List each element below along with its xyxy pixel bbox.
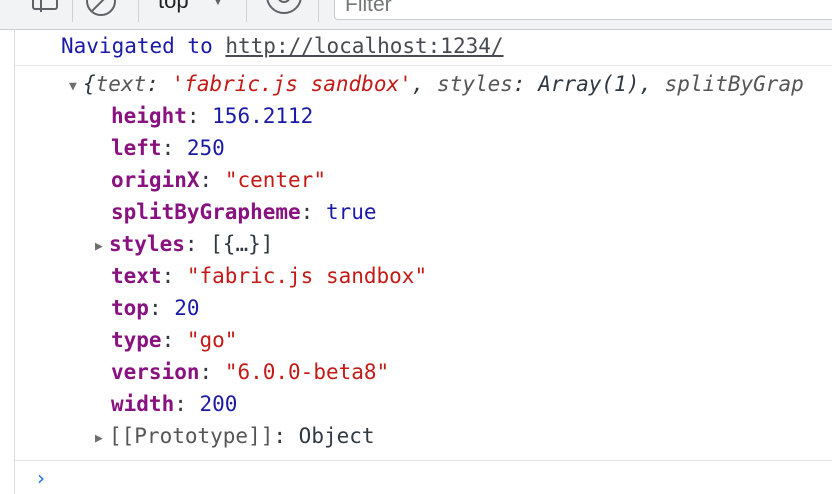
preview-key-styles: styles [437, 72, 513, 96]
property-key: left [111, 136, 162, 160]
property-row: left: 250 [111, 136, 225, 160]
prototype-row[interactable]: ▶ [[Prototype]]: Object [95, 420, 375, 452]
property-row: splitByGrapheme: true [111, 200, 377, 224]
property-row: top: 20 [111, 296, 200, 320]
console-messages: Navigated to http://localhost:1234/ ▼ {te… [14, 29, 832, 494]
toolbar-divider [72, 0, 73, 22]
navigation-url-link[interactable]: http://localhost:1234/ [225, 34, 503, 58]
property-value: "center" [224, 168, 326, 192]
collapsed-arrow-icon[interactable]: ▶ [95, 231, 109, 263]
property-value: "6.0.0-beta8" [224, 360, 390, 384]
property-key: type [111, 328, 162, 352]
property-value: 156.2112 [212, 104, 314, 128]
preview-value-text: 'fabric.js sandbox' [171, 72, 412, 96]
property-value: "fabric.js sandbox" [186, 264, 428, 288]
property-value: true [325, 200, 377, 224]
property-row: height: 156.2112 [111, 104, 314, 128]
property-key: splitByGrapheme [111, 200, 301, 224]
navigation-text: Navigated to http://localhost:1234/ [61, 32, 504, 60]
console-toolbar: top ▼ [0, 0, 832, 30]
property-row-expandable[interactable]: ▶ styles: [{…}] [95, 228, 273, 260]
preview-key-text: text [95, 72, 147, 96]
navigation-message: Navigated to http://localhost:1234/ [15, 29, 832, 66]
object-preview-row[interactable]: ▼ {text: 'fabric.js sandbox', styles: Arr… [69, 68, 804, 100]
property-row: version: "6.0.0-beta8" [111, 360, 390, 384]
filter-input[interactable] [334, 0, 832, 20]
object-preview: {text: 'fabric.js sandbox', styles: Arra… [83, 72, 804, 96]
property-key: styles [109, 232, 185, 256]
property-row: width: 200 [111, 392, 238, 416]
property-key: top [111, 296, 149, 320]
property-value: 200 [199, 392, 238, 416]
toolbar-divider [318, 0, 319, 22]
toolbar-divider [246, 0, 247, 22]
property-value: [{…}] [210, 232, 274, 256]
context-selector[interactable]: top [158, 0, 189, 14]
expanded-arrow-icon[interactable]: ▼ [69, 71, 83, 103]
property-key: width [111, 392, 175, 416]
show-sidebar-icon[interactable] [32, 0, 58, 12]
property-row: text: "fabric.js sandbox" [111, 264, 428, 288]
live-expression-eye-icon[interactable] [266, 0, 302, 14]
property-value: "go" [186, 328, 238, 352]
property-key: height [111, 104, 187, 128]
prototype-key: [[Prototype]] [109, 424, 274, 448]
collapsed-arrow-icon[interactable]: ▶ [95, 423, 109, 455]
property-key: version [111, 360, 200, 384]
navigated-to-label: Navigated to [61, 34, 213, 58]
preview-key-split: splitByGrap [664, 72, 804, 96]
prototype-value: Object [298, 424, 375, 448]
property-row: type: "go" [111, 328, 238, 352]
property-value: 250 [186, 136, 225, 160]
property-value: 20 [174, 296, 200, 320]
console-prompt-icon[interactable]: › [37, 466, 57, 490]
property-key: originX [111, 168, 200, 192]
preview-value-styles: Array(1) [538, 72, 640, 96]
chevron-down-icon[interactable]: ▼ [212, 0, 224, 8]
clear-console-icon[interactable] [86, 0, 116, 16]
object-log-message: ▼ {text: 'fabric.js sandbox', styles: Arr… [15, 66, 832, 461]
property-row: originX: "center" [111, 168, 326, 192]
toolbar-divider [138, 0, 139, 22]
property-key: text [111, 264, 162, 288]
